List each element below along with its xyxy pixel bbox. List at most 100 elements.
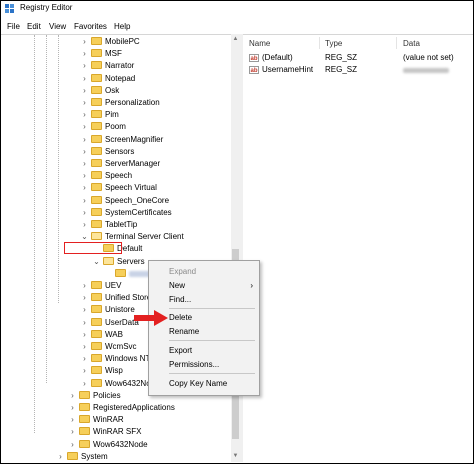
column-separator[interactable]	[396, 37, 397, 49]
context-menu-export[interactable]: Export	[149, 344, 259, 357]
chevron-right-icon[interactable]: ›	[80, 121, 89, 133]
chevron-right-icon[interactable]: ›	[80, 365, 89, 377]
tree-item[interactable]: › Osk	[83, 85, 119, 97]
tree-vertical-scrollbar[interactable]: ▲ ▼	[231, 34, 240, 462]
chevron-right-icon[interactable]: ›	[80, 353, 89, 365]
context-menu-permissions[interactable]: Permissions...	[149, 358, 259, 371]
tree-item[interactable]: › SystemCertificates	[83, 207, 172, 219]
tree-item[interactable]: › Pim	[83, 109, 119, 121]
tree-item-label: Pim	[105, 110, 119, 120]
chevron-right-icon[interactable]: ›	[80, 341, 89, 353]
context-menu-copy-key-name[interactable]: Copy Key Name	[149, 377, 259, 390]
tree-item-label: Wow6432Node	[93, 439, 148, 449]
chevron-right-icon[interactable]: ›	[80, 304, 89, 316]
context-menu-find[interactable]: Find...	[149, 293, 259, 306]
registry-values-list[interactable]: Name Type Data ab (Default) REG_SZ (valu…	[243, 34, 473, 463]
context-menu-rename[interactable]: Rename	[149, 325, 259, 338]
tree-item[interactable]: › Narrator	[83, 60, 134, 72]
chevron-right-icon[interactable]: ›	[80, 207, 89, 219]
tree-item[interactable]: › RegisteredApplications	[71, 402, 175, 414]
tree-item[interactable]: › Personalization	[83, 97, 160, 109]
chevron-right-icon[interactable]: ›	[80, 292, 89, 304]
chevron-right-icon[interactable]: ›	[80, 134, 89, 146]
tree-item[interactable]: › Wisp	[83, 365, 123, 377]
tree-item-label: Servers	[117, 256, 145, 266]
value-row-usernamehint[interactable]: ab UsernameHint REG_SZ	[243, 64, 473, 76]
chevron-right-icon[interactable]: ›	[80, 182, 89, 194]
menu-favorites[interactable]: Favorites	[74, 22, 107, 31]
chevron-right-icon[interactable]: ›	[68, 390, 77, 402]
tree-item[interactable]: › MobilePC	[83, 36, 140, 48]
column-header-name[interactable]: Name	[249, 39, 270, 48]
chevron-down-icon[interactable]: ⌄	[92, 256, 101, 268]
tree-item[interactable]: › Poom	[83, 121, 126, 133]
chevron-right-icon[interactable]: ›	[80, 158, 89, 170]
chevron-right-icon[interactable]: ›	[80, 378, 89, 390]
chevron-right-icon[interactable]: ›	[80, 48, 89, 60]
folder-icon	[91, 207, 102, 216]
chevron-right-icon[interactable]: ›	[80, 60, 89, 72]
tree-item[interactable]: ⌄ Servers	[93, 256, 145, 268]
chevron-right-icon[interactable]: ›	[80, 36, 89, 48]
tree-item-label: SystemCertificates	[105, 207, 172, 217]
menu-file[interactable]: File	[7, 22, 20, 31]
chevron-right-icon[interactable]: ›	[68, 414, 77, 426]
tree-item[interactable]: › Unified Store	[83, 292, 151, 304]
tree-item[interactable]: › MSF	[83, 48, 122, 60]
tree-item[interactable]: › Speech_OneCore	[83, 195, 169, 207]
chevron-right-icon[interactable]: ›	[68, 439, 77, 451]
chevron-right-icon[interactable]: ›	[80, 317, 89, 329]
tree-item[interactable]: › UEV	[83, 280, 121, 292]
window-title: Registry Editor	[20, 3, 73, 12]
menu-view[interactable]: View	[49, 22, 66, 31]
chevron-right-icon[interactable]: ›	[80, 146, 89, 158]
tree-item[interactable]: › Speech	[83, 170, 133, 182]
folder-icon	[91, 195, 102, 204]
folder-icon	[115, 268, 126, 277]
menu-edit[interactable]: Edit	[27, 22, 41, 31]
menu-help[interactable]: Help	[114, 22, 130, 31]
tree-item[interactable]: › WAB	[83, 329, 123, 341]
registry-key-tree[interactable]: › MobilePC › MSF › Narrator › Notepad › Osk › Perso…	[1, 34, 231, 463]
column-separator[interactable]	[319, 37, 320, 49]
chevron-right-icon[interactable]: ›	[80, 109, 89, 121]
column-header-type[interactable]: Type	[325, 39, 342, 48]
tree-item[interactable]: › System	[59, 451, 108, 463]
chevron-right-icon[interactable]: ›	[80, 329, 89, 341]
scroll-up-arrow-icon[interactable]: ▲	[232, 35, 239, 43]
tree-item[interactable]: › Notepad	[83, 73, 135, 85]
tree-item[interactable]: › ScreenMagnifier	[83, 134, 163, 146]
chevron-right-icon[interactable]: ›	[80, 195, 89, 207]
tree-item-label: Speech	[105, 171, 133, 181]
tree-item[interactable]: › UserData	[83, 317, 139, 329]
context-menu-new[interactable]: New ›	[149, 279, 259, 292]
context-menu-expand[interactable]: Expand	[149, 265, 259, 278]
chevron-right-icon[interactable]: ›	[80, 219, 89, 231]
tree-item[interactable]: › Policies	[71, 390, 121, 402]
folder-icon	[103, 256, 114, 265]
tree-item[interactable]: › WcmSvc	[83, 341, 137, 353]
tree-item[interactable]: › TabletTip	[83, 219, 137, 231]
chevron-right-icon[interactable]: ›	[80, 85, 89, 97]
tree-item[interactable]: › Sensors	[83, 146, 134, 158]
chevron-right-icon[interactable]: ›	[80, 170, 89, 182]
tree-item[interactable]: › Unistore	[83, 304, 135, 316]
column-header-data[interactable]: Data	[403, 39, 420, 48]
tree-item[interactable]: › Windows NT	[83, 353, 150, 365]
tree-item[interactable]: › WinRAR	[71, 414, 124, 426]
chevron-right-icon[interactable]: ›	[80, 280, 89, 292]
value-name: (Default)	[262, 53, 293, 62]
chevron-right-icon[interactable]: ›	[68, 402, 77, 414]
tree-item[interactable]: › ServerManager	[83, 158, 160, 170]
value-row-default[interactable]: ab (Default) REG_SZ (value not set)	[243, 52, 473, 64]
tree-item[interactable]: › Wow6432Node	[71, 439, 148, 451]
chevron-right-icon[interactable]: ›	[56, 451, 65, 463]
tree-item[interactable]: › WinRAR SFX	[71, 426, 141, 438]
folder-icon	[79, 439, 90, 448]
scroll-down-arrow-icon[interactable]: ▼	[232, 452, 239, 460]
menu-separator	[169, 373, 255, 374]
chevron-right-icon[interactable]: ›	[68, 426, 77, 438]
chevron-right-icon[interactable]: ›	[80, 73, 89, 85]
tree-item[interactable]: › Speech Virtual	[83, 182, 157, 194]
chevron-right-icon[interactable]: ›	[80, 97, 89, 109]
